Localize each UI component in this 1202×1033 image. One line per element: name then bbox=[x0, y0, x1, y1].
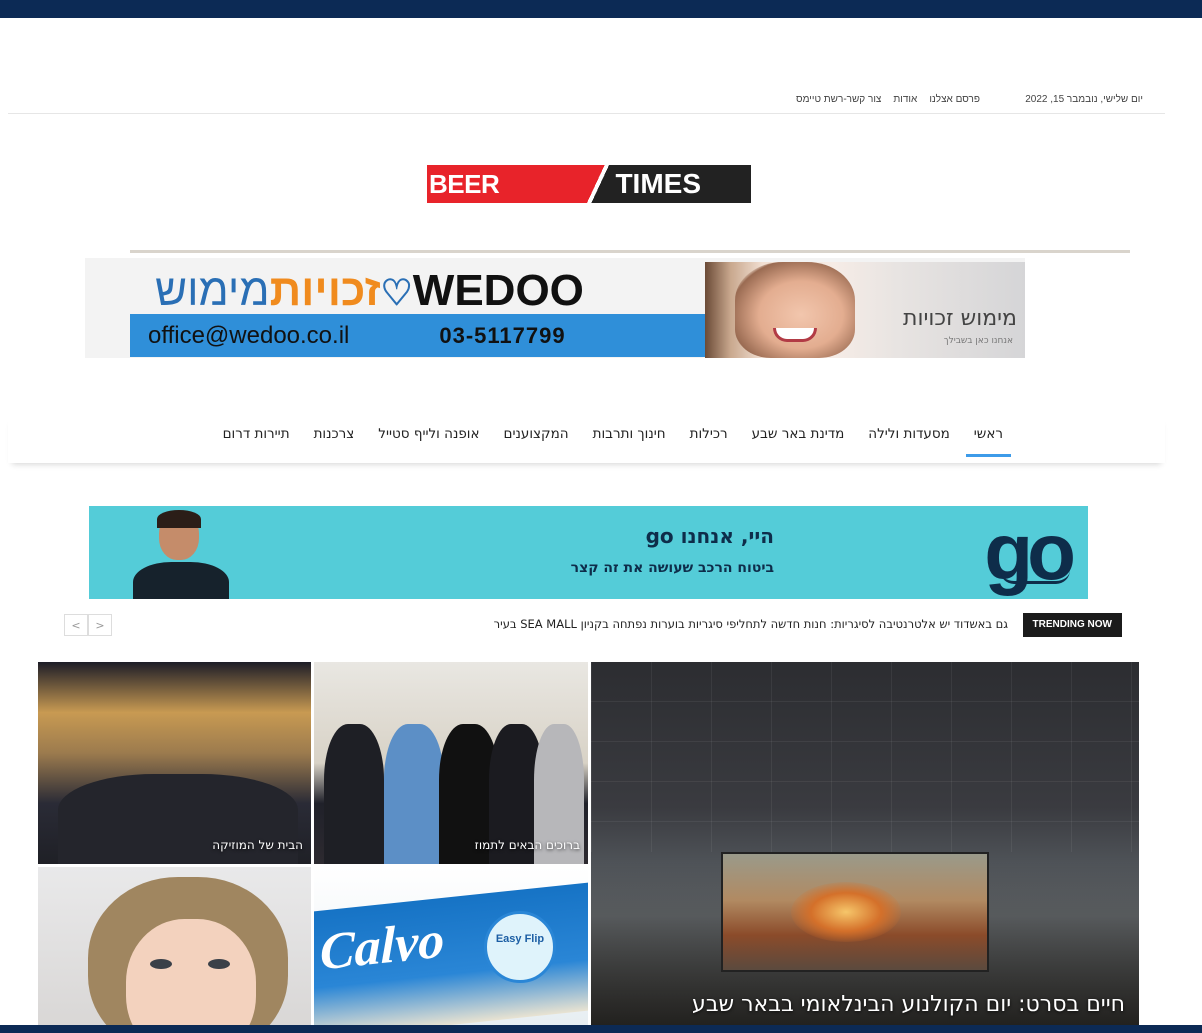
logo-times: TIMES bbox=[611, 165, 751, 203]
trending-bar: < > גם באשדוד יש אלטרנטיבה לסיגריות: חנו… bbox=[64, 612, 1122, 638]
top-stripe bbox=[0, 0, 1202, 18]
logo-beer-sheva: BEER SHEVA bbox=[427, 165, 586, 237]
wedoo-brand-hebrew-2: מימוש bbox=[155, 266, 270, 315]
article-tile-portrait[interactable] bbox=[38, 867, 311, 1025]
go-subline: ביטוח הרכב שעושה את זה קצר bbox=[570, 560, 774, 576]
top-links: פרסם אצלנו אודות צור קשר-רשת טיימס bbox=[796, 94, 980, 105]
smiling-woman-image bbox=[735, 262, 855, 358]
go-ad-banner[interactable]: היי, אנחנו go ביטוח הרכב שעושה את זה קצר… bbox=[89, 506, 1088, 599]
wedoo-ad-banner[interactable]: זכויותמימוש ♡WEDOO office@wedoo.co.il 03-… bbox=[85, 258, 1025, 358]
trending-headline-link[interactable]: גם באשדוד יש אלטרנטיבה לסיגריות: חנות חד… bbox=[494, 617, 1008, 631]
nav-item-professionals[interactable]: המקצוענים bbox=[492, 415, 581, 461]
portrait-eye-shape bbox=[208, 959, 230, 969]
nav-item-consumerism[interactable]: צרכנות bbox=[302, 415, 367, 461]
chevron-right-icon[interactable]: > bbox=[88, 614, 112, 636]
advertise-link[interactable]: פרסם אצלנו bbox=[929, 94, 980, 105]
featured-article-title: חיים בסרט: יום הקולנוע הבינלאומי בבאר שב… bbox=[692, 992, 1125, 1017]
person-shape bbox=[324, 724, 384, 864]
current-date: יום שלישי, נובמבר 15, 2022 bbox=[1025, 94, 1143, 105]
nav-item-gossip[interactable]: רכילות bbox=[678, 415, 740, 461]
wedoo-brand-latin: WEDOO bbox=[412, 266, 584, 315]
contact-link[interactable]: צור קשר-רשת טיימס bbox=[796, 94, 881, 105]
ad-divider bbox=[130, 250, 1130, 253]
top-bar: יום שלישי, נובמבר 15, 2022 פרסם אצלנו או… bbox=[8, 90, 1165, 114]
trending-label: TRENDING NOW bbox=[1022, 613, 1122, 637]
about-link[interactable]: אודות bbox=[893, 94, 917, 105]
wedoo-subtitle: אנחנו כאן בשבילך bbox=[943, 336, 1013, 346]
wedoo-title: מימוש זכויות bbox=[903, 306, 1017, 331]
portrait-face-shape bbox=[126, 919, 256, 1025]
trending-arrows: < > bbox=[64, 614, 112, 636]
ceiling-grid-shape bbox=[591, 662, 1139, 852]
chevron-left-icon[interactable]: < bbox=[64, 614, 88, 636]
ad-man-image bbox=[119, 510, 249, 599]
article-tile-calvo[interactable]: Calvo Easy Flip bbox=[314, 867, 588, 1025]
article-tile-tamuz[interactable]: ברוכים הבאים לתמוז bbox=[314, 662, 588, 864]
featured-article-cinema[interactable]: חיים בסרט: יום הקולנוע הבינלאומי בבאר שב… bbox=[591, 662, 1139, 1025]
article-title-tamuz: ברוכים הבאים לתמוז bbox=[474, 838, 580, 852]
heart-icon: ♡ bbox=[380, 272, 413, 313]
person-shape bbox=[384, 724, 444, 864]
article-tile-music-house[interactable]: הבית של המוזיקה bbox=[38, 662, 311, 864]
nav-item-fashion-lifestyle[interactable]: אופנה ולייף סטייל bbox=[366, 415, 491, 461]
go-arrow-icon bbox=[1000, 570, 1070, 584]
wedoo-email: office@wedoo.co.il bbox=[148, 321, 350, 349]
portrait-eye-shape bbox=[150, 959, 172, 969]
nav-item-education-culture[interactable]: חינוך ותרבות bbox=[581, 415, 678, 461]
bottom-stripe bbox=[0, 1025, 1202, 1033]
wedoo-phone: 03-5117799 bbox=[439, 322, 566, 348]
wedoo-brand-hebrew-1: זכויות bbox=[269, 266, 381, 315]
site-logo[interactable]: BEER SHEVA TIMES bbox=[427, 165, 751, 237]
nav-item-beer-sheva-state[interactable]: מדינת באר שבע bbox=[740, 415, 857, 461]
explosion-shape bbox=[791, 882, 901, 942]
main-nav: ראשי מסעדות ולילה מדינת באר שבע רכילות ח… bbox=[8, 415, 1165, 463]
wedoo-contact-bar: office@wedoo.co.il 03-5117799 bbox=[130, 314, 705, 357]
logo-slash-mark bbox=[585, 165, 612, 203]
nav-item-home[interactable]: ראשי bbox=[962, 415, 1015, 461]
man-body-shape bbox=[133, 562, 229, 599]
wedoo-photo: מימוש זכויות אנחנו כאן בשבילך bbox=[705, 262, 1025, 358]
nav-item-tourism-south[interactable]: תיירות דרום bbox=[211, 415, 302, 461]
wedoo-brand: זכויותמימוש ♡WEDOO bbox=[155, 266, 584, 316]
man-hair-shape bbox=[157, 510, 201, 528]
easy-flip-badge: Easy Flip bbox=[484, 911, 556, 983]
nav-item-restaurants[interactable]: מסעדות ולילה bbox=[856, 415, 961, 461]
go-headline: היי, אנחנו go bbox=[645, 524, 774, 548]
article-title-music-house: הבית של המוזיקה bbox=[212, 838, 303, 852]
